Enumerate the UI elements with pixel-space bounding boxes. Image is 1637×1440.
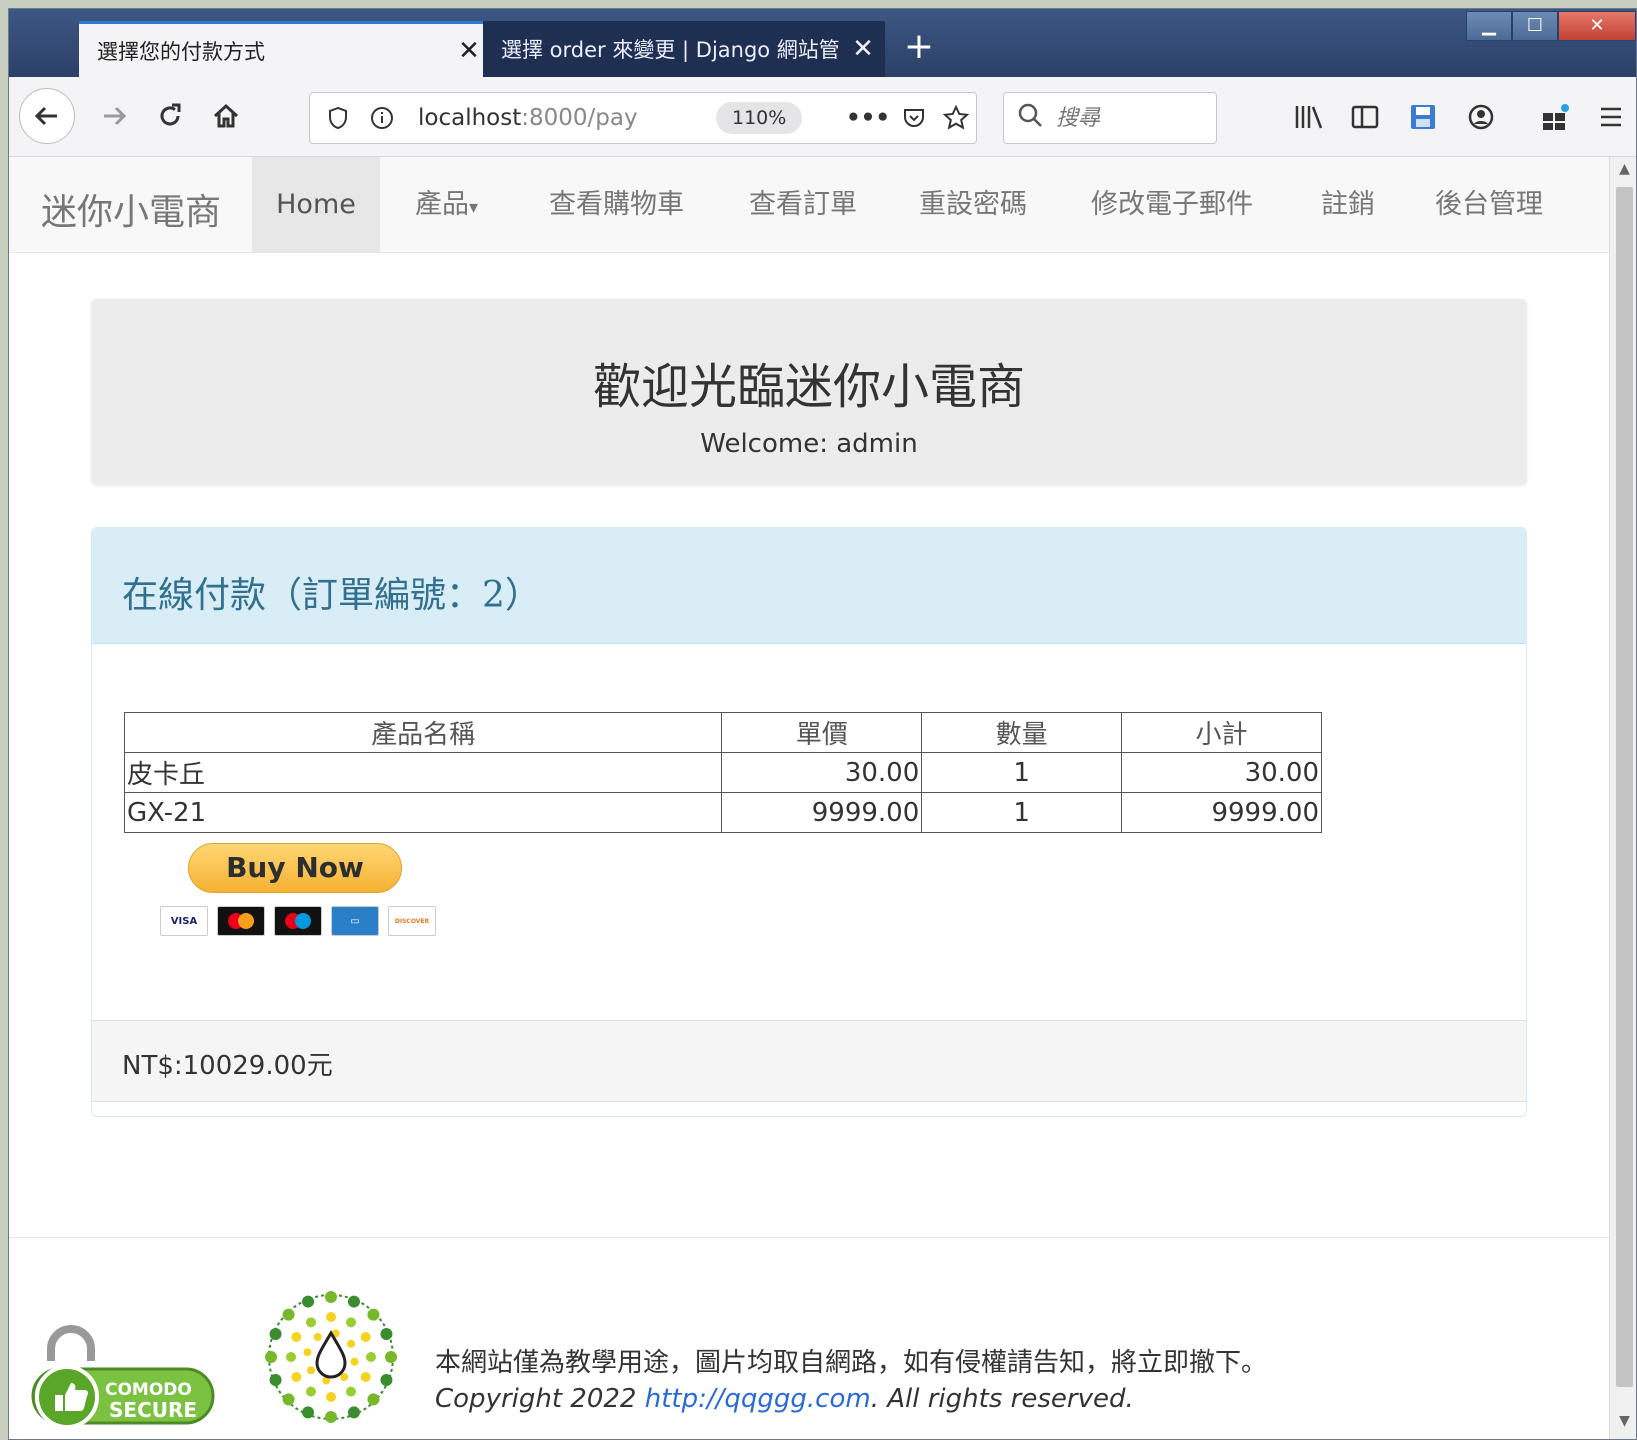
copyright-suffix: . All rights reserved. — [870, 1384, 1134, 1414]
nav-view-orders[interactable]: 查看訂單 — [749, 157, 857, 253]
scroll-down-icon[interactable]: ▼ — [1610, 1413, 1636, 1437]
maestro-card-icon — [274, 906, 322, 936]
tab-payment[interactable]: 選擇您的付款方式 ✕ — [79, 21, 491, 77]
tab-django-admin[interactable]: 選擇 order 來變更 | Django 網站管 ✕ — [483, 21, 885, 77]
url-host: localhost — [418, 105, 522, 131]
reload-icon — [160, 103, 181, 126]
panel-footer: NT$:10029.00元 — [92, 1020, 1526, 1102]
cell-product: 皮卡丘 — [123, 752, 723, 793]
svg-text:COMODO: COMODO — [105, 1380, 192, 1400]
nav-view-cart[interactable]: 查看購物車 — [549, 157, 684, 253]
new-tab-button[interactable]: + — [899, 25, 939, 73]
home-icon — [213, 103, 239, 128]
arrow-right-icon — [104, 106, 127, 126]
close-icon[interactable]: ✕ — [841, 34, 885, 64]
footer-disclaimer: 本網站僅為教學用途，圖片均取自網路，如有侵權請告知，將立即撤下。 — [435, 1348, 1268, 1378]
panel-heading: 在線付款（訂單編號：2） — [92, 528, 1526, 644]
save-icon[interactable] — [1403, 99, 1443, 135]
url-path: :8000/pay — [521, 105, 638, 131]
menu-icon[interactable] — [1591, 99, 1631, 135]
welcome-title: 歡迎光臨迷你小電商 — [592, 359, 1025, 415]
pocket-icon[interactable] — [896, 93, 932, 143]
account-icon[interactable] — [1461, 99, 1501, 135]
col-header-subtotal: 小計 — [1121, 712, 1322, 753]
shield-icon[interactable] — [320, 93, 356, 143]
cell-price: 9999.00 — [721, 792, 923, 833]
payment-card-logos: VISA ▭ DISCOVER — [160, 906, 436, 936]
url-text[interactable]: localhost:8000/pay — [418, 93, 648, 143]
col-header-product: 產品名稱 — [123, 712, 723, 753]
order-table: 產品名稱 單價 數量 小計 皮卡丘 30.00 1 30.00 GX-21 99… — [123, 712, 1322, 833]
sidebar-icon[interactable] — [1345, 99, 1385, 135]
amex-card-icon: ▭ — [331, 906, 379, 936]
tab-strip: 選擇您的付款方式 ✕ 選擇 order 來變更 | Django 網站管 ✕ +… — [9, 9, 1636, 77]
nav-products-label: 產品 — [415, 189, 469, 220]
paypal-buy-now-button[interactable]: Buy Now — [188, 843, 402, 893]
tab-title: 選擇 order 來變更 | Django 網站管 — [501, 38, 840, 62]
site-logo-flower — [261, 1287, 401, 1427]
payment-panel: 在線付款（訂單編號：2） 產品名稱 單價 數量 小計 皮卡丘 30.00 1 3… — [91, 527, 1527, 1117]
nav-home[interactable]: Home — [252, 157, 380, 253]
cell-price: 30.00 — [721, 752, 923, 793]
col-header-price: 單價 — [721, 712, 923, 753]
col-header-qty: 數量 — [921, 712, 1123, 753]
welcome-jumbotron: 歡迎光臨迷你小電商 Welcome: admin — [91, 299, 1527, 485]
search-icon — [1004, 102, 1056, 134]
window-controls: ▁ ☐ ✕ — [1466, 11, 1636, 41]
copyright-prefix: Copyright 2022 — [435, 1384, 645, 1414]
cell-subtotal: 9999.00 — [1121, 792, 1322, 833]
nav-admin[interactable]: 後台管理 — [1435, 157, 1543, 253]
table-row: 皮卡丘 30.00 1 30.00 — [123, 752, 1322, 793]
scroll-up-icon[interactable]: ▲ — [1610, 161, 1636, 185]
reload-button[interactable] — [145, 91, 195, 141]
comodo-secure-badge[interactable]: COMODO SECURE — [29, 1321, 219, 1431]
zoom-level-badge[interactable]: 110% — [716, 102, 803, 134]
site-brand[interactable]: 迷你小電商 — [41, 183, 221, 235]
arrow-left-icon — [34, 106, 57, 126]
library-icon[interactable] — [1289, 99, 1329, 135]
site-navbar: 迷你小電商 Home 產品▾ 查看購物車 查看訂單 重設密碼 修改電子郵件 註銷… — [9, 157, 1609, 253]
welcome-user: Welcome: admin — [700, 429, 918, 459]
page-content: 迷你小電商 Home 產品▾ 查看購物車 查看訂單 重設密碼 修改電子郵件 註銷… — [9, 157, 1609, 1439]
forward-button[interactable] — [89, 91, 139, 141]
search-bar[interactable] — [1003, 92, 1217, 144]
mastercard-icon — [217, 906, 265, 936]
svg-text:SECURE: SECURE — [109, 1398, 197, 1422]
cell-product: GX-21 — [123, 792, 723, 833]
back-button[interactable] — [19, 88, 75, 144]
panel-title: 在線付款（訂單編號：2） — [122, 575, 541, 616]
extensions-icon[interactable] — [1535, 99, 1575, 135]
nav-logout[interactable]: 註銷 — [1321, 157, 1375, 253]
footer-site-link[interactable]: http://qqggg.com — [645, 1384, 871, 1414]
table-header-row: 產品名稱 單價 數量 小計 — [123, 712, 1322, 753]
order-total: NT$:10029.00元 — [122, 1051, 333, 1081]
nav-reset-password[interactable]: 重設密碼 — [919, 157, 1027, 253]
minimize-button[interactable]: ▁ — [1466, 11, 1512, 41]
caret-down-icon: ▾ — [469, 197, 479, 218]
scrollbar-thumb[interactable] — [1616, 187, 1633, 1387]
window-close-button[interactable]: ✕ — [1558, 11, 1636, 41]
browser-window: 選擇您的付款方式 ✕ 選擇 order 來變更 | Django 網站管 ✕ +… — [8, 8, 1637, 1440]
maximize-button[interactable]: ☐ — [1512, 11, 1558, 41]
visa-card-icon: VISA — [160, 906, 208, 936]
browser-toolbar: localhost:8000/pay 110% ••• — [9, 77, 1636, 157]
nav-products-dropdown[interactable]: 產品▾ — [415, 157, 478, 253]
cell-subtotal: 30.00 — [1121, 752, 1322, 793]
page-actions-button[interactable]: ••• — [846, 93, 890, 143]
tab-title: 選擇您的付款方式 — [97, 39, 265, 64]
cell-qty: 1 — [921, 752, 1123, 793]
discover-card-icon: DISCOVER — [388, 906, 436, 936]
footer-divider — [9, 1237, 1609, 1238]
home-button[interactable] — [201, 91, 251, 141]
url-bar[interactable]: localhost:8000/pay 110% ••• — [309, 92, 977, 144]
cell-qty: 1 — [921, 792, 1123, 833]
nav-change-email[interactable]: 修改電子郵件 — [1091, 157, 1253, 253]
footer-copyright: Copyright 2022 http://qqggg.com. All rig… — [435, 1384, 1134, 1414]
bookmark-star-icon[interactable] — [938, 93, 974, 143]
info-icon[interactable] — [364, 93, 400, 143]
search-input[interactable] — [1056, 105, 1206, 131]
table-row: GX-21 9999.00 1 9999.00 — [123, 792, 1322, 833]
vertical-scrollbar[interactable]: ▲ ▼ — [1609, 157, 1636, 1439]
